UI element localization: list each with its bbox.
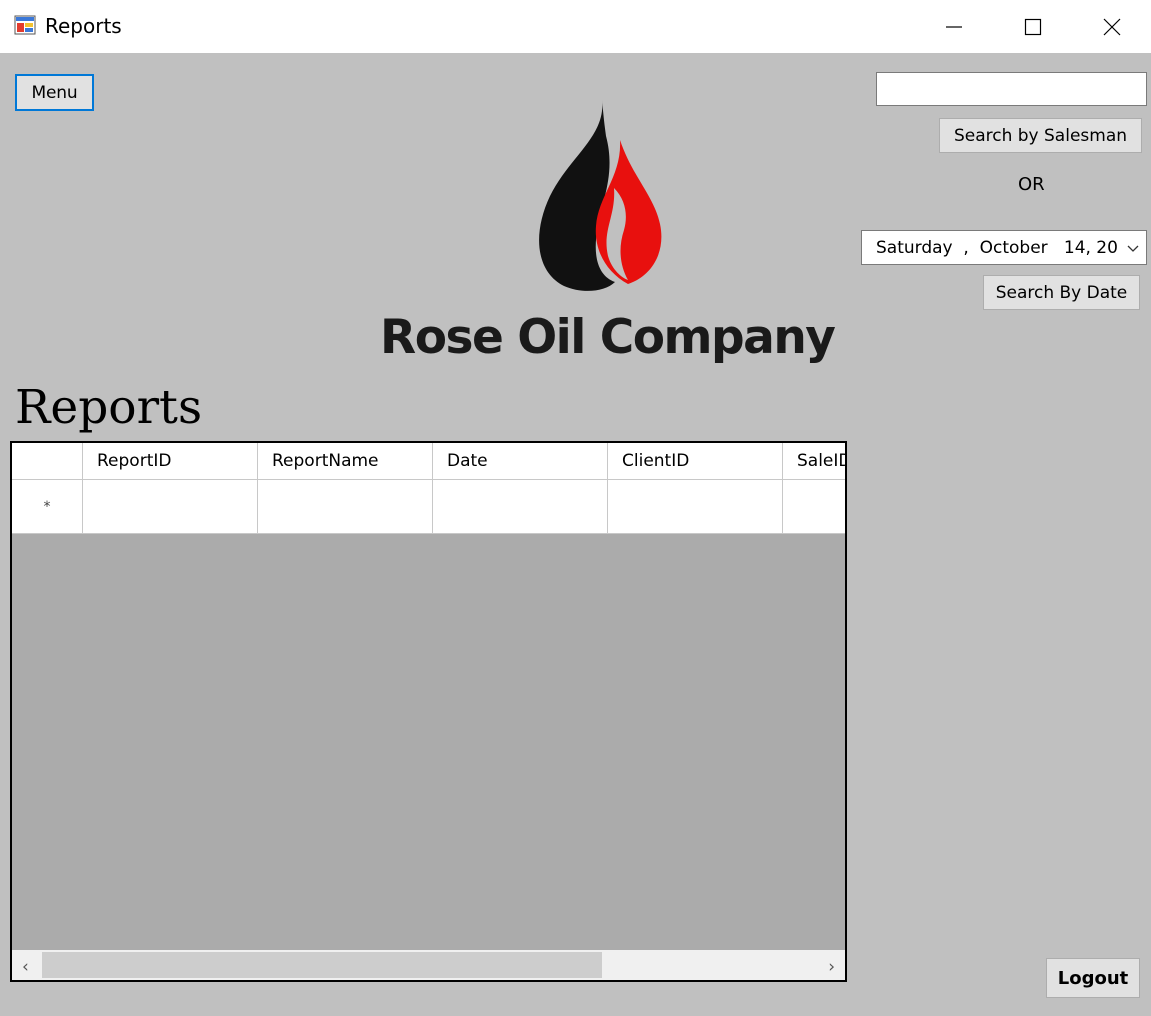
column-header-saleid[interactable]: SaleID xyxy=(783,443,845,480)
table-row[interactable]: * xyxy=(12,480,845,534)
row-header-corner xyxy=(12,443,83,480)
table-cell[interactable] xyxy=(608,480,783,534)
app-icon xyxy=(14,14,36,36)
menu-button-label: Menu xyxy=(31,82,78,103)
chevron-down-icon[interactable] xyxy=(1126,240,1140,260)
scroll-left-icon[interactable]: ‹ xyxy=(22,957,29,977)
search-by-salesman-button[interactable]: Search by Salesman xyxy=(939,118,1142,153)
date-picker[interactable]: Saturday , October 14, 20 xyxy=(861,230,1147,265)
table-cell[interactable] xyxy=(433,480,608,534)
grid-header: ReportID ReportName Date ClientID SaleID xyxy=(12,443,845,480)
scrollbar-thumb[interactable] xyxy=(42,952,602,978)
table-cell[interactable] xyxy=(783,480,845,534)
menu-button[interactable]: Menu xyxy=(15,74,94,111)
search-by-salesman-label: Search by Salesman xyxy=(953,125,1128,146)
table-cell[interactable] xyxy=(83,480,258,534)
minimize-icon xyxy=(946,25,962,28)
column-header-reportname[interactable]: ReportName xyxy=(258,443,433,480)
flame-logo-icon xyxy=(539,100,662,291)
reports-grid[interactable]: ReportID ReportName Date ClientID SaleID… xyxy=(10,441,847,982)
close-icon xyxy=(1103,18,1121,35)
window-title: Reports xyxy=(45,14,122,38)
column-header-reportid[interactable]: ReportID xyxy=(83,443,258,480)
minimize-button[interactable] xyxy=(915,0,993,53)
date-picker-value: Saturday , October 14, 20 xyxy=(876,237,1118,258)
column-header-clientid[interactable]: ClientID xyxy=(608,443,783,480)
column-header-date[interactable]: Date xyxy=(433,443,608,480)
or-label: OR xyxy=(1018,174,1045,195)
logout-button-label: Logout xyxy=(1057,967,1129,989)
company-name: Rose Oil Company xyxy=(380,310,836,365)
logout-button[interactable]: Logout xyxy=(1046,958,1140,998)
horizontal-scrollbar[interactable]: ‹ › xyxy=(12,950,845,980)
search-by-date-label: Search By Date xyxy=(995,282,1128,303)
maximize-button[interactable] xyxy=(994,0,1072,53)
scroll-right-icon[interactable]: › xyxy=(828,957,835,977)
table-cell[interactable] xyxy=(258,480,433,534)
close-button[interactable] xyxy=(1073,0,1151,53)
search-by-date-button[interactable]: Search By Date xyxy=(983,275,1140,310)
title-bar: Reports xyxy=(0,0,1151,53)
maximize-icon xyxy=(1024,18,1042,35)
page-title: Reports xyxy=(15,380,203,435)
new-row-marker: * xyxy=(12,480,83,534)
salesman-search-input[interactable] xyxy=(876,72,1147,106)
